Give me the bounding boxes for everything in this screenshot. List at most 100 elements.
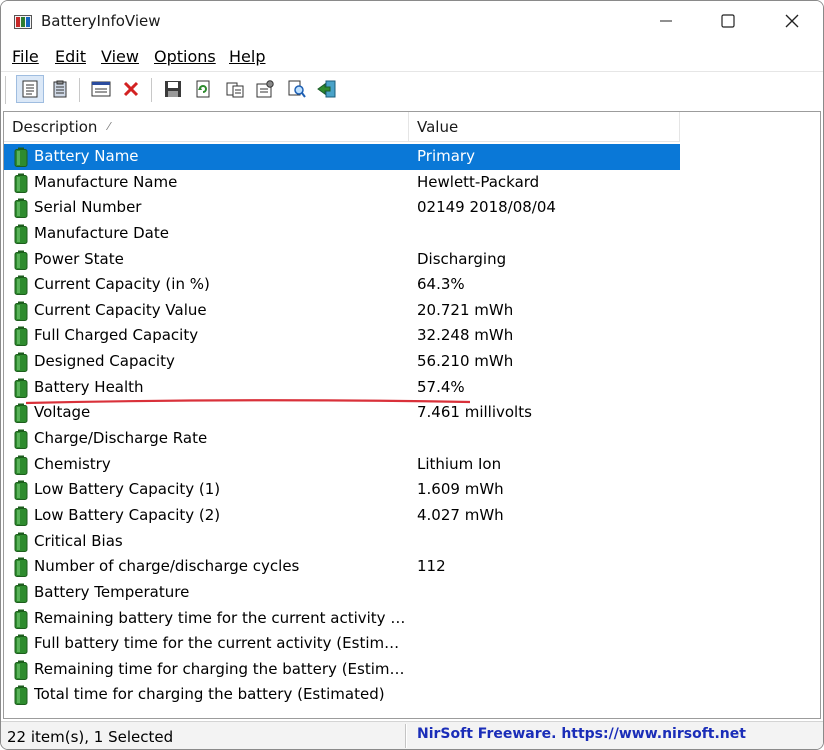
close-button[interactable] (761, 1, 823, 41)
cell-description: Number of charge/discharge cycles (34, 557, 300, 576)
battery-icon (14, 609, 28, 629)
cell-description: Manufacture Name (34, 172, 178, 191)
cell-description: Charge/Discharge Rate (34, 429, 208, 448)
table-row[interactable]: Critical Bias (4, 529, 680, 555)
cell-value: Hewlett-Packard (417, 172, 540, 191)
column-header-value-label: Value (417, 118, 459, 136)
cell-description: Total time for charging the battery (Est… (34, 685, 385, 704)
properties-button[interactable] (16, 75, 44, 103)
battery-info-list[interactable]: Description ⁄ Value Battery Name Primary M… (3, 111, 821, 719)
battery-icon (14, 173, 28, 193)
list-rows: Battery Name Primary Manufacture Name Hewle… (4, 144, 680, 708)
column-header-value[interactable]: Value (409, 112, 680, 142)
table-row[interactable]: Charge/Discharge Rate (4, 426, 680, 452)
toolbar-separator (79, 78, 80, 102)
title-bar[interactable]: BatteryInfoView (1, 1, 823, 45)
html-report-button[interactable] (87, 75, 115, 103)
refresh-icon (196, 80, 210, 98)
cell-description: Critical Bias (34, 531, 123, 550)
menu-help[interactable]: Help (229, 47, 265, 66)
cell-value: 1.609 mWh (417, 480, 504, 499)
table-row[interactable]: Battery Health 57.4% (4, 375, 680, 401)
battery-icon (14, 455, 28, 475)
menu-file[interactable]: File (12, 47, 39, 66)
table-row[interactable]: Battery Temperature (4, 580, 680, 606)
cell-description: Low Battery Capacity (1) (34, 480, 221, 499)
battery-icon (14, 198, 28, 219)
find-button[interactable] (283, 75, 311, 103)
toolbar-grip[interactable] (5, 76, 8, 104)
table-row[interactable]: Battery Name Primary (4, 144, 680, 170)
minimize-icon (660, 20, 672, 22)
menu-options[interactable]: Options (154, 47, 216, 66)
menu-edit-label: Edit (55, 47, 86, 66)
cell-description: Remaining time for charging the battery … (34, 659, 408, 678)
table-row[interactable]: Full Charged Capacity 32.248 mWh (4, 323, 680, 349)
table-row[interactable]: Designed Capacity 56.210 mWh (4, 349, 680, 375)
cell-description: Current Capacity Value (34, 300, 207, 319)
delete-icon (123, 81, 139, 97)
app-window: BatteryInfoView File Edit View Options H… (0, 0, 824, 750)
cell-description: Low Battery Capacity (2) (34, 505, 221, 524)
table-row[interactable]: Low Battery Capacity (2) 4.027 mWh (4, 503, 680, 529)
maximize-button[interactable] (697, 1, 759, 41)
cell-description: Full Charged Capacity (34, 326, 199, 345)
exit-icon (317, 80, 336, 98)
copy-button[interactable] (221, 75, 249, 103)
table-row[interactable]: Current Capacity Value 20.721 mWh (4, 298, 680, 324)
battery-icon (14, 583, 28, 603)
app-icon (14, 15, 32, 29)
menu-view-label: View (101, 47, 139, 66)
cell-description: Power State (34, 249, 124, 268)
table-row[interactable]: Manufacture Name Hewlett-Packard (4, 170, 680, 196)
table-row[interactable]: Remaining battery time for the current a… (4, 606, 680, 632)
table-row[interactable]: Manufacture Date (4, 221, 680, 247)
toolbar (1, 71, 823, 107)
red-underline-annotation (26, 399, 470, 405)
table-row[interactable]: Chemistry Lithium Ion (4, 452, 680, 478)
save-icon (165, 81, 181, 97)
exit-button[interactable] (313, 75, 341, 103)
battery-icon (14, 557, 28, 578)
menu-edit[interactable]: Edit (55, 47, 86, 66)
menu-bar: File Edit View Options Help (1, 45, 823, 69)
column-header-description[interactable]: Description ⁄ (4, 112, 409, 142)
battery-icon (14, 301, 28, 321)
menu-help-label: Help (229, 47, 266, 66)
maximize-icon (721, 14, 735, 28)
table-row[interactable]: Serial Number 02149 2018/08/04 (4, 195, 680, 221)
battery-icon (14, 250, 28, 270)
cell-value: 57.4% (417, 377, 465, 396)
cell-value: Discharging (417, 249, 507, 268)
save-button[interactable] (159, 75, 187, 103)
battery-icon (14, 660, 28, 680)
cell-value: 64.3% (417, 275, 465, 294)
menu-view[interactable]: View (101, 47, 139, 66)
cell-description: Serial Number (34, 198, 142, 217)
options-icon (256, 80, 274, 98)
table-row[interactable]: Power State Discharging (4, 247, 680, 273)
table-row[interactable]: Low Battery Capacity (1) 1.609 mWh (4, 477, 680, 503)
clipboard-button[interactable] (46, 75, 74, 103)
table-row[interactable]: Current Capacity (in %) 64.3% (4, 272, 680, 298)
cell-description: Chemistry (34, 454, 111, 473)
table-row[interactable]: Total time for charging the battery (Est… (4, 682, 680, 708)
table-row[interactable]: Remaining time for charging the battery … (4, 657, 680, 683)
refresh-button[interactable] (189, 75, 217, 103)
status-item-count: 22 item(s), 1 Selected (7, 728, 174, 746)
cell-value: 112 (417, 557, 446, 576)
cell-description: Remaining battery time for the current a… (34, 608, 408, 627)
properties-icon (22, 80, 38, 98)
cell-description: Voltage (34, 403, 91, 422)
battery-icon (14, 685, 28, 706)
delete-button[interactable] (117, 75, 145, 103)
cell-value: 32.248 mWh (417, 326, 514, 345)
table-row[interactable]: Number of charge/discharge cycles 112 (4, 554, 680, 580)
options-button[interactable] (251, 75, 279, 103)
minimize-button[interactable] (635, 1, 697, 41)
nirsoft-link[interactable]: NirSoft Freeware. https://www.nirsoft.ne… (417, 726, 746, 742)
list-header: Description ⁄ Value (4, 112, 680, 142)
table-row[interactable]: Full battery time for the current activi… (4, 631, 680, 657)
cell-value: Lithium Ion (417, 454, 502, 473)
cell-value: 02149 2018/08/04 (417, 198, 556, 217)
